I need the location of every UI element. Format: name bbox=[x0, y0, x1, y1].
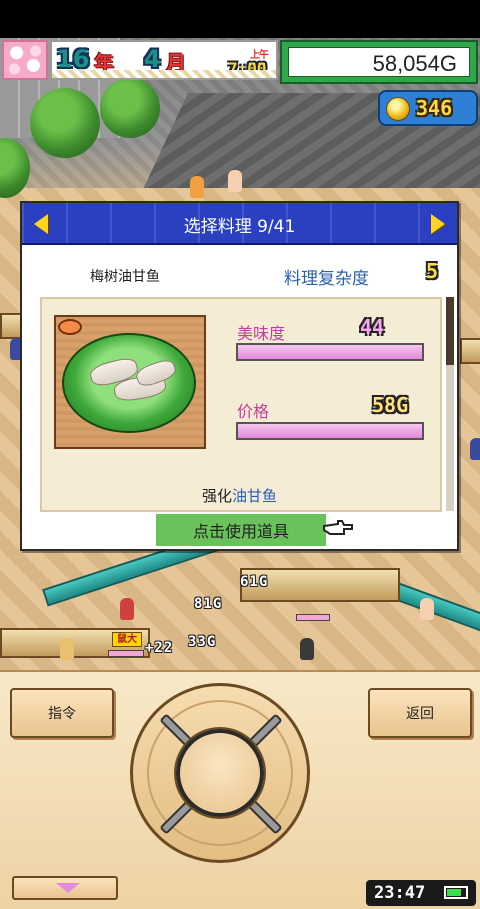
next-dish-arrow[interactable] bbox=[425, 210, 451, 238]
customer-meter bbox=[108, 650, 144, 657]
medal-display[interactable]: 346 bbox=[378, 90, 478, 126]
fish-icon bbox=[58, 319, 82, 335]
medal-coin-icon bbox=[386, 97, 410, 121]
taste-value: 44 bbox=[360, 315, 385, 339]
enhance-text: 强化油甘鱼 bbox=[22, 485, 457, 506]
menu-toggle[interactable] bbox=[12, 876, 118, 900]
price-tag: 61G bbox=[240, 574, 269, 590]
tree bbox=[30, 88, 100, 158]
price-tag: 33G bbox=[188, 634, 217, 650]
battery-icon bbox=[444, 886, 468, 899]
status-bar bbox=[0, 0, 480, 38]
customer-name-tag: 鼠大 bbox=[112, 632, 142, 647]
device-time: 23:47 bbox=[374, 883, 426, 903]
customer bbox=[470, 438, 480, 460]
direction-pad[interactable] bbox=[130, 683, 310, 863]
scrollbar-thumb[interactable] bbox=[446, 297, 454, 365]
plate bbox=[62, 333, 196, 433]
customer bbox=[60, 638, 74, 660]
money-display: 58,054G bbox=[280, 40, 478, 84]
customer bbox=[300, 638, 314, 660]
calendar: 16 年 4 月 上午 7:00 bbox=[50, 40, 278, 80]
back-button[interactable]: 返回 bbox=[368, 688, 472, 738]
triangle-down-icon bbox=[56, 883, 80, 893]
taste-bar bbox=[236, 343, 424, 361]
price-value: 58G bbox=[372, 393, 409, 417]
arrow-right-icon bbox=[431, 214, 445, 234]
device-clock: 23:47 bbox=[366, 880, 476, 906]
staff bbox=[228, 170, 242, 192]
dialog-title: 选择料理 9/41 bbox=[183, 217, 296, 237]
enhance-prefix: 强化 bbox=[201, 487, 232, 505]
tree bbox=[100, 78, 160, 138]
staff bbox=[190, 176, 204, 198]
pointing-hand-icon bbox=[323, 520, 353, 535]
price-label: 价格 bbox=[237, 402, 270, 421]
scrollbar[interactable] bbox=[446, 297, 454, 511]
price-bar bbox=[236, 422, 424, 440]
command-button[interactable]: 指令 bbox=[10, 688, 114, 738]
complexity-label: 料理复杂度 bbox=[284, 269, 369, 289]
price-bar-fill bbox=[238, 424, 422, 438]
price-tag: +22 bbox=[145, 640, 174, 656]
taste-label: 美味度 bbox=[237, 324, 286, 343]
money-amount: 58,054G bbox=[288, 47, 470, 77]
dialog-header: 选择料理 9/41 bbox=[22, 203, 457, 245]
calendar-stripe bbox=[52, 70, 276, 78]
complexity-value: 5 bbox=[426, 259, 439, 283]
dish-select-dialog: 选择料理 9/41 梅树油甘鱼 料理复杂度 5 美味度 44 价格 58G 强化… bbox=[20, 201, 459, 551]
month-number: 4 bbox=[144, 45, 161, 73]
battery-level bbox=[447, 889, 461, 896]
customer-meter bbox=[296, 614, 330, 621]
customer bbox=[420, 598, 434, 620]
taste-bar-fill bbox=[238, 345, 422, 359]
price-tag: 81G bbox=[194, 596, 223, 612]
customer bbox=[120, 598, 134, 620]
counter bbox=[460, 338, 480, 364]
use-item-button[interactable]: 点击使用道具 bbox=[156, 514, 326, 546]
enhance-target: 油甘鱼 bbox=[232, 487, 278, 505]
dpad-center-button[interactable] bbox=[176, 729, 264, 817]
dish-name: 梅树油甘鱼 bbox=[90, 269, 160, 285]
medal-count: 346 bbox=[416, 96, 453, 120]
year-number: 16 bbox=[56, 45, 90, 73]
dish-image bbox=[54, 315, 206, 449]
season-icon bbox=[2, 40, 48, 80]
